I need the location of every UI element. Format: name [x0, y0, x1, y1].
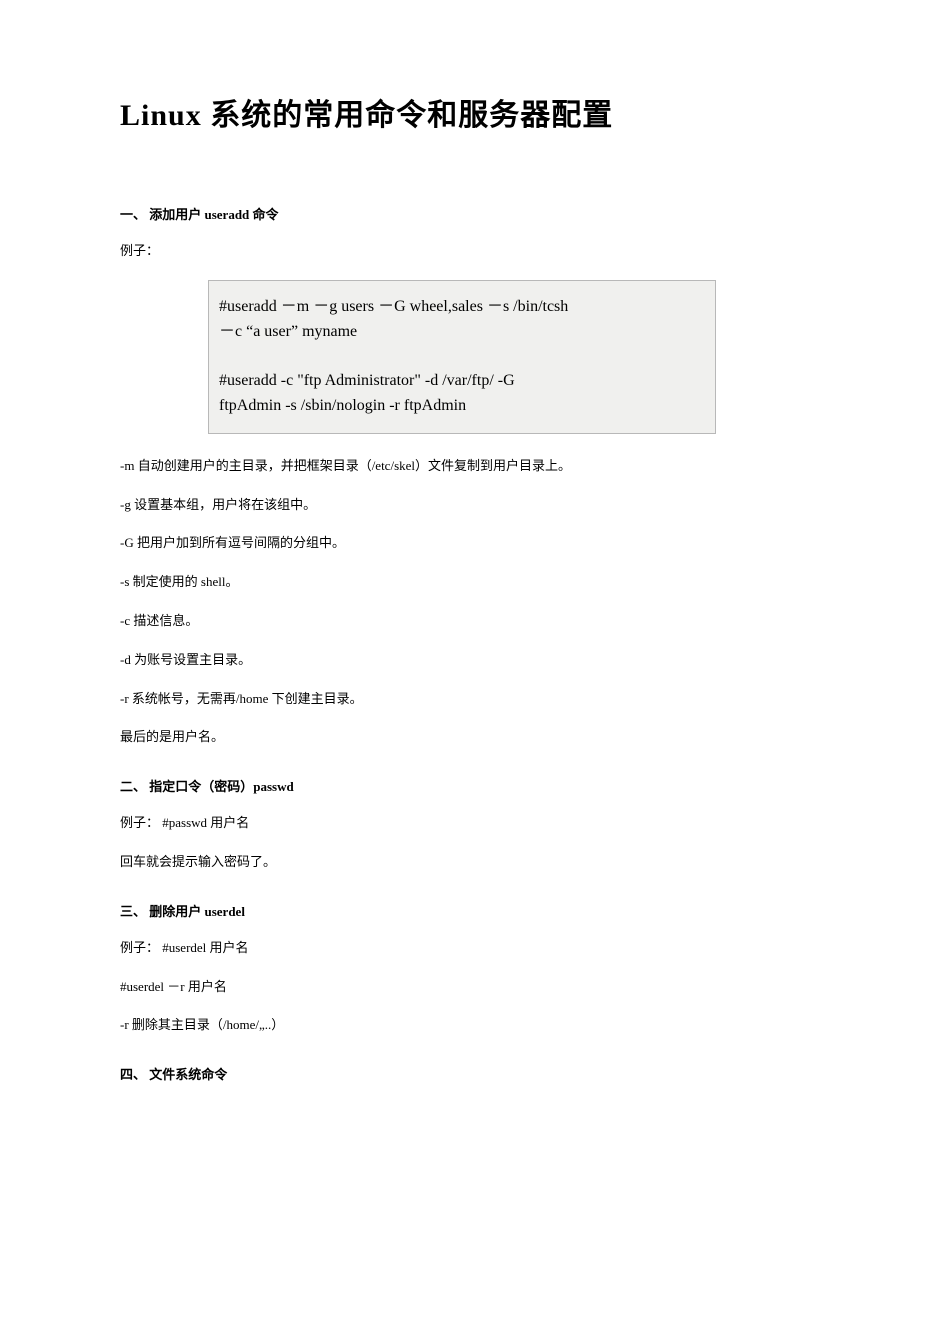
document-title: Linux 系统的常用命令和服务器配置: [120, 90, 825, 134]
section-3-heading: 三、 删除用户 userdel: [120, 901, 825, 920]
last-note: 最后的是用户名。: [120, 727, 825, 748]
section-1-heading: 一、 添加用户 useradd 命令: [120, 204, 825, 223]
section-2-heading: 二、 指定口令（密码）passwd: [120, 776, 825, 795]
s2-note: 回车就会提示输入密码了。: [120, 852, 825, 873]
section-4-heading: 四、 文件系统命令: [120, 1064, 825, 1083]
code-block-useradd: #useradd －m －g users －G wheel,sales －s /…: [208, 280, 716, 434]
s2-example: 例子： #passwd 用户名: [120, 813, 825, 834]
code-text: #useradd －m －g users －G wheel,sales －s /…: [219, 298, 568, 414]
option-c: -c 描述信息。: [120, 611, 825, 632]
s3-example-1: 例子： #userdel 用户名: [120, 938, 825, 959]
option-d: -d 为账号设置主目录。: [120, 650, 825, 671]
option-big-g: -G 把用户加到所有逗号间隔的分组中。: [120, 533, 825, 554]
option-s: -s 制定使用的 shell。: [120, 572, 825, 593]
option-g: -g 设置基本组，用户将在该组中。: [120, 495, 825, 516]
s3-option-r: -r 删除其主目录（/home/„..）: [120, 1015, 825, 1036]
example-label-1: 例子：: [120, 241, 825, 262]
s3-example-2: #userdel －r 用户名: [120, 977, 825, 998]
option-r: -r 系统帐号，无需再/home 下创建主目录。: [120, 689, 825, 710]
option-m: -m 自动创建用户的主目录，并把框架目录（/etc/skel）文件复制到用户目录…: [120, 456, 825, 477]
